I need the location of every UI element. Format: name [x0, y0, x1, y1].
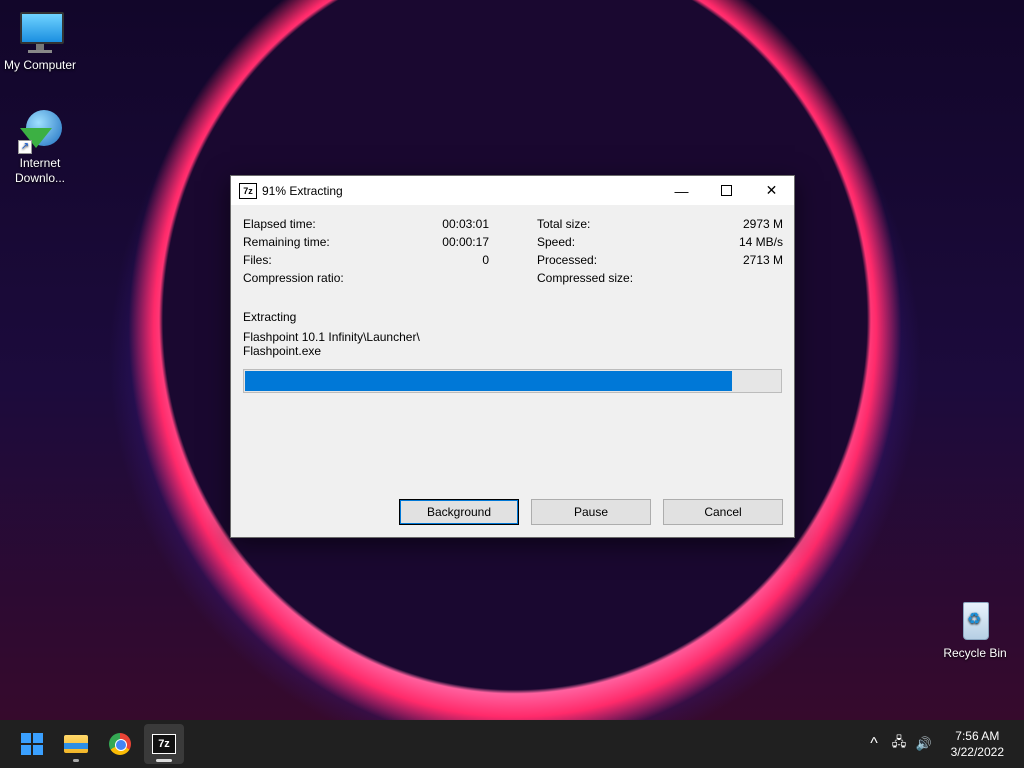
taskbar-clock[interactable]: 7:56 AM 3/22/2022 — [951, 728, 1004, 760]
extract-progress-bar — [243, 369, 782, 393]
stat-row: Elapsed time: 00:03:01 — [243, 217, 489, 235]
stat-label: Remaining time: — [243, 235, 330, 249]
chrome-icon — [109, 733, 131, 755]
stat-value: 2973 M — [742, 217, 783, 231]
stat-label: Processed: — [537, 253, 598, 267]
clock-time: 7:56 AM — [955, 729, 1000, 743]
system-tray: ^ 🖧 🔊 — [862, 720, 936, 768]
taskbar-file-explorer[interactable] — [56, 724, 96, 764]
stat-value: 0 — [482, 253, 489, 267]
7zip-icon: 7z — [152, 734, 176, 754]
background-button[interactable]: Background — [399, 499, 519, 525]
stat-label: Compressed size: — [537, 271, 634, 285]
close-icon: ✕ — [765, 182, 778, 198]
clock-date: 3/22/2022 — [950, 745, 1004, 759]
minimize-button[interactable]: — — [659, 176, 704, 205]
current-file-line: Flashpoint 10.1 Infinity\Launcher\ — [243, 330, 420, 344]
running-indicator — [73, 759, 79, 762]
status-label: Extracting — [243, 310, 297, 324]
desktop-icon-label: My Computer — [3, 58, 77, 72]
minimize-icon: — — [674, 182, 689, 199]
idm-icon: ↗ — [16, 106, 64, 154]
start-button[interactable] — [12, 724, 52, 764]
stat-row: Files: 0 — [243, 253, 489, 271]
desktop-icon-label: Internet Downlo... — [14, 156, 66, 185]
stat-value: 14 MB/s — [738, 235, 783, 249]
window-titlebar[interactable]: 7z 91% Extracting — ✕ — [231, 176, 794, 205]
maximize-button[interactable] — [704, 176, 749, 205]
extract-progress-window: 7z 91% Extracting — ✕ Elapsed time: 00:03… — [230, 175, 795, 538]
stat-label: Total size: — [537, 217, 591, 231]
desktop-icon-internet-download-manager[interactable]: ↗ Internet Downlo... — [0, 106, 80, 186]
network-icon[interactable]: 🖧 — [886, 733, 912, 755]
taskbar-7zip[interactable]: 7z — [144, 724, 184, 764]
stat-label: Compression ratio: — [243, 271, 344, 285]
progress-fill — [245, 371, 732, 391]
monitor-icon — [16, 8, 64, 56]
stat-label: Elapsed time: — [243, 217, 316, 231]
current-file-line: Flashpoint.exe — [243, 344, 322, 358]
stat-value: 00:03:01 — [442, 217, 489, 231]
window-title: 91% Extracting — [262, 183, 343, 198]
7zip-app-icon: 7z — [239, 182, 257, 199]
cancel-button[interactable]: Cancel — [663, 499, 783, 525]
desktop-icon-label: Recycle Bin — [943, 646, 1007, 660]
stat-value: 00:00:17 — [442, 235, 489, 249]
taskbar-chrome[interactable] — [100, 724, 140, 764]
desktop-icon-my-computer[interactable]: My Computer — [0, 8, 80, 73]
close-button[interactable]: ✕ — [749, 176, 794, 205]
stat-row: Compression ratio: — [243, 271, 489, 289]
stat-value: 2713 M — [742, 253, 783, 267]
shortcut-arrow-icon: ↗ — [18, 140, 32, 154]
stat-row: Compressed size: — [537, 271, 783, 289]
maximize-icon — [721, 185, 732, 196]
current-file-path: Flashpoint 10.1 Infinity\Launcher\ Flash… — [243, 330, 420, 358]
right-stats: Total size: 2973 M Speed: 14 MB/s Processe… — [537, 217, 783, 289]
left-stats: Elapsed time: 00:03:01 Remaining time: 00:… — [243, 217, 489, 289]
file-explorer-icon — [64, 735, 88, 753]
taskbar: 7z ^ 🖧 🔊 7:56 AM 3/22/2022 — [0, 720, 1024, 768]
desktop-icon-recycle-bin[interactable]: ♻ Recycle Bin — [935, 596, 1015, 661]
volume-icon[interactable]: 🔊 — [912, 736, 936, 752]
running-indicator — [156, 759, 172, 762]
recycle-bin-icon: ♻ — [951, 596, 999, 644]
stat-row: Processed: 2713 M — [537, 253, 783, 271]
stat-row: Total size: 2973 M — [537, 217, 783, 235]
stat-row: Remaining time: 00:00:17 — [243, 235, 489, 253]
stat-label: Files: — [243, 253, 272, 267]
show-hidden-icons-chevron-icon[interactable]: ^ — [862, 735, 886, 753]
stat-label: Speed: — [537, 235, 576, 249]
start-icon — [21, 733, 43, 755]
pause-button[interactable]: Pause — [531, 499, 651, 525]
stat-row: Speed: 14 MB/s — [537, 235, 783, 253]
